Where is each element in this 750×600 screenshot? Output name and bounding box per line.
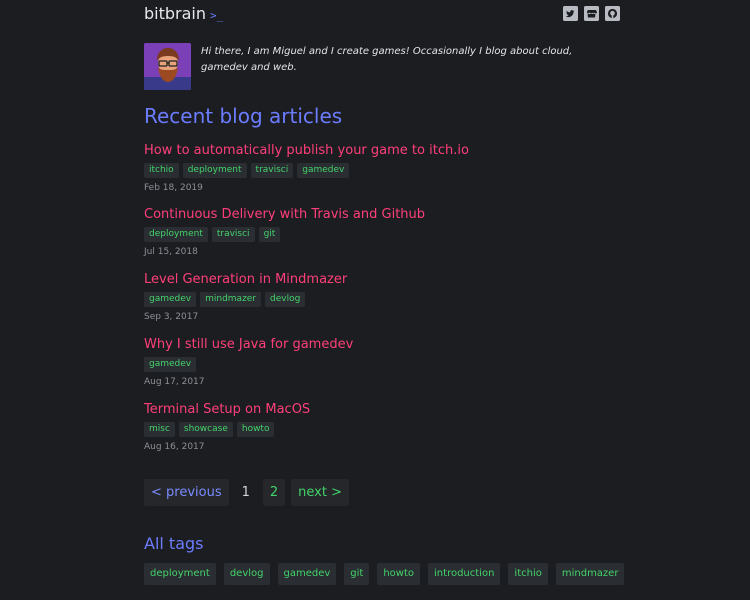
article-link[interactable]: How to automatically publish your game t… bbox=[144, 143, 622, 159]
tag-devlog[interactable]: devlog bbox=[265, 292, 306, 307]
itchio-icon[interactable] bbox=[584, 6, 599, 21]
social-links bbox=[563, 6, 620, 21]
article-link[interactable]: Level Generation in Mindmazer bbox=[144, 272, 622, 288]
tag-howto[interactable]: howto bbox=[377, 563, 421, 585]
tag-mindmazer[interactable]: mindmazer bbox=[200, 292, 262, 307]
tag-howto[interactable]: howto bbox=[236, 422, 275, 437]
previous-page-button[interactable]: < previous bbox=[144, 479, 229, 506]
page-2-button[interactable]: 2 bbox=[262, 479, 286, 506]
tag-deployment[interactable]: deployment bbox=[144, 563, 216, 585]
tag-travisci[interactable]: travisci bbox=[250, 163, 294, 178]
article-item: How to automatically publish your game t… bbox=[144, 143, 622, 194]
article-item: Why I still use Java for gamedev gamedev… bbox=[144, 337, 622, 388]
tag-git[interactable]: git bbox=[258, 227, 281, 242]
article-link[interactable]: Why I still use Java for gamedev bbox=[144, 337, 622, 353]
tag-gamedev[interactable]: gamedev bbox=[144, 292, 197, 307]
all-tags-list: deployment devlog gamedev git howto intr… bbox=[144, 563, 625, 585]
twitter-icon[interactable] bbox=[563, 6, 578, 21]
article-item: Continuous Delivery with Travis and Gith… bbox=[144, 207, 622, 258]
article-tags: gamedev bbox=[144, 357, 622, 372]
avatar bbox=[144, 43, 191, 90]
tag-gamedev[interactable]: gamedev bbox=[297, 163, 350, 178]
tag-itchio[interactable]: itchio bbox=[508, 563, 548, 585]
page-1-current: 1 bbox=[241, 485, 250, 500]
article-date: Feb 18, 2019 bbox=[144, 183, 203, 193]
tag-showcase[interactable]: showcase bbox=[178, 422, 233, 437]
tag-deployment[interactable]: deployment bbox=[144, 227, 208, 242]
intro-text: Hi there, I am Miguel and I create games… bbox=[201, 46, 573, 73]
tag-itchio[interactable]: itchio bbox=[144, 163, 179, 178]
tag-mindmazer[interactable]: mindmazer bbox=[555, 563, 625, 585]
tag-misc[interactable]: misc bbox=[144, 422, 175, 437]
article-tags: deployment travisci git bbox=[144, 227, 622, 242]
recent-articles-heading: Recent blog articles bbox=[144, 104, 343, 128]
article-date: Aug 17, 2017 bbox=[144, 377, 205, 387]
tag-travisci[interactable]: travisci bbox=[211, 227, 255, 242]
site-brand[interactable]: bitbrain >_ bbox=[144, 4, 223, 23]
all-tags-heading: All tags bbox=[144, 534, 204, 553]
article-tags: itchio deployment travisci gamedev bbox=[144, 163, 622, 178]
article-tags: gamedev mindmazer devlog bbox=[144, 292, 622, 307]
article-date: Sep 3, 2017 bbox=[144, 312, 199, 322]
tag-gamedev[interactable]: gamedev bbox=[277, 563, 337, 585]
pagination: < previous 1 2 next > bbox=[144, 479, 349, 506]
brand-name[interactable]: bitbrain bbox=[144, 4, 206, 23]
github-icon[interactable] bbox=[605, 6, 620, 21]
tag-introduction[interactable]: introduction bbox=[428, 563, 501, 585]
article-date: Jul 15, 2018 bbox=[144, 247, 198, 257]
article-link[interactable]: Continuous Delivery with Travis and Gith… bbox=[144, 207, 622, 223]
tag-devlog[interactable]: devlog bbox=[223, 563, 270, 585]
article-link[interactable]: Terminal Setup on MacOS bbox=[144, 402, 622, 418]
next-page-button[interactable]: next > bbox=[291, 479, 349, 506]
tag-gamedev[interactable]: gamedev bbox=[144, 357, 197, 372]
article-date: Aug 16, 2017 bbox=[144, 442, 205, 452]
header: bitbrain >_ bbox=[144, 4, 622, 26]
article-tags: misc showcase howto bbox=[144, 422, 622, 437]
tag-git[interactable]: git bbox=[344, 563, 370, 585]
brand-prompt: >_ bbox=[210, 9, 224, 22]
article-item: Level Generation in Mindmazer gamedev mi… bbox=[144, 272, 622, 323]
intro: Hi there, I am Miguel and I create games… bbox=[144, 43, 622, 91]
tag-deployment[interactable]: deployment bbox=[182, 163, 247, 178]
article-item: Terminal Setup on MacOS misc showcase ho… bbox=[144, 402, 622, 453]
page: bitbrain >_ Hi there, I am Miguel and I … bbox=[0, 0, 750, 600]
